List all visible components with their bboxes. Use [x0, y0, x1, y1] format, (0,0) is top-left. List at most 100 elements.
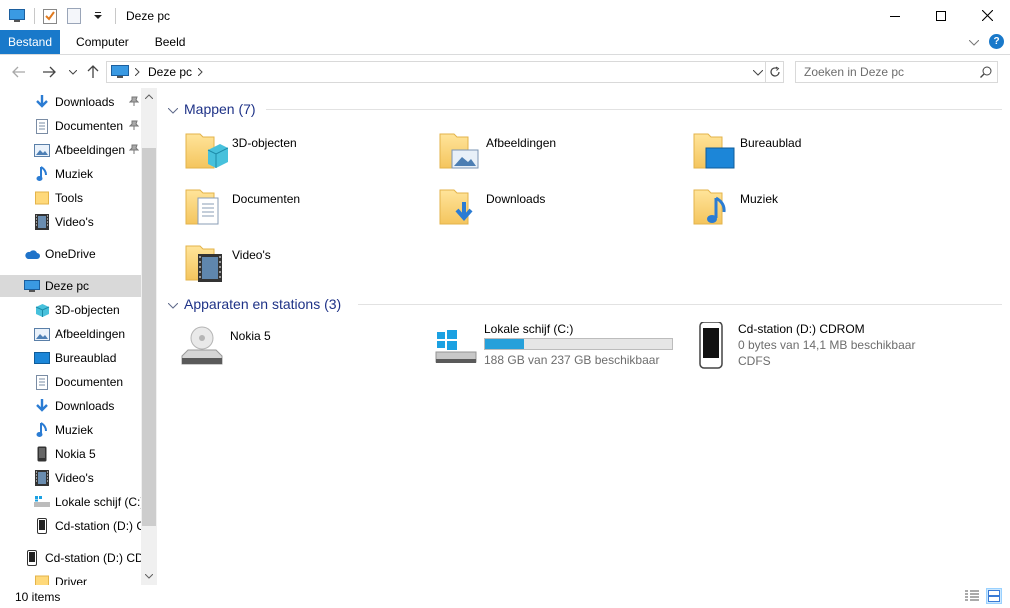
computer-icon [111, 65, 129, 79]
folder-tile-downloads[interactable]: Downloads [438, 184, 688, 234]
forward-button[interactable] [40, 63, 58, 81]
maximize-button[interactable] [918, 0, 964, 31]
search-box[interactable]: Zoeken in Deze pc [795, 61, 998, 83]
scroll-thumb[interactable] [142, 148, 156, 526]
nav-item-videos[interactable]: Video's [0, 467, 141, 489]
video-icon [34, 470, 50, 486]
nav-item-muziek[interactable]: Muziek [0, 163, 141, 185]
nav-item-documenten[interactable]: Documenten [0, 371, 141, 393]
group-header-devices[interactable]: Apparaten en stations (3) [167, 294, 342, 314]
pin-icon[interactable] [128, 143, 140, 157]
tab-bestand[interactable]: Bestand [0, 30, 61, 54]
nav-item-videos[interactable]: Video's [0, 211, 141, 233]
expand-ribbon-icon[interactable] [968, 35, 980, 49]
nav-item-3d-objecten[interactable]: 3D-objecten [0, 299, 141, 321]
pictures-icon [34, 142, 50, 158]
documents-folder-icon [185, 189, 219, 225]
computer-icon[interactable] [8, 7, 26, 25]
folder-tile-muziek[interactable]: Muziek [692, 184, 942, 234]
nav-item-label: Afbeeldingen [55, 143, 126, 157]
nav-item-deze-pc[interactable]: Deze pc [0, 275, 141, 297]
nav-item-cd-station-root[interactable]: Cd-station (D:) CD [0, 547, 141, 569]
back-button[interactable] [10, 63, 28, 81]
search-input[interactable]: Zoeken in Deze pc [796, 65, 975, 79]
group-title: Apparaten en stations (3) [184, 296, 342, 312]
nav-item-lokale-schijf[interactable]: Lokale schijf (C:) [0, 491, 141, 513]
nav-item-documenten[interactable]: Documenten [0, 115, 141, 137]
nav-item-driver[interactable]: Driver [0, 571, 141, 585]
folder-tile-documenten[interactable]: Documenten [184, 184, 434, 234]
device-tile-nokia-5[interactable]: Nokia 5 [180, 324, 430, 378]
nav-item-downloads[interactable]: Downloads [0, 395, 141, 417]
folder-label: Documenten [232, 192, 301, 206]
group-divider [358, 304, 1002, 305]
phone-drive-icon [699, 322, 723, 369]
folder-tile-afbeeldingen[interactable]: Afbeeldingen [438, 128, 688, 178]
nav-item-downloads[interactable]: Downloads [0, 91, 141, 113]
folder-label: Afbeeldingen [486, 136, 557, 150]
search-icon[interactable] [975, 66, 997, 78]
device-free-space: 188 GB van 237 GB beschikbaar [484, 353, 660, 367]
properties-icon[interactable] [41, 7, 59, 25]
group-header-folders[interactable]: Mappen (7) [167, 99, 256, 119]
tab-beeld[interactable]: Beeld [145, 30, 196, 54]
chevron-down-icon[interactable] [167, 296, 179, 312]
window-controls [872, 0, 1010, 31]
device-name: Lokale schijf (C:) [484, 322, 574, 336]
device-tile-cd-station[interactable]: Cd-station (D:) CDROM 0 bytes van 14,1 M… [688, 322, 938, 376]
nav-item-onedrive[interactable]: OneDrive [0, 243, 141, 265]
details-view-icon [965, 590, 979, 601]
recent-locations-button[interactable] [64, 63, 82, 81]
device-name: Nokia 5 [230, 329, 271, 343]
desktop-folder-icon [693, 133, 735, 169]
nav-item-tools[interactable]: Tools [0, 187, 141, 209]
address-bar[interactable]: Deze pc [106, 61, 784, 83]
pin-icon[interactable] [128, 119, 140, 133]
tiles-view-icon [988, 590, 1000, 602]
forward-arrow-icon [43, 66, 56, 78]
details-view-button[interactable] [964, 588, 980, 604]
folder-tile-videos[interactable]: Video's [184, 240, 434, 290]
folder-label: Downloads [486, 192, 546, 206]
scroll-up-button[interactable] [141, 88, 157, 105]
nav-item-afbeeldingen[interactable]: Afbeeldingen [0, 323, 141, 345]
phone-icon [34, 518, 50, 534]
refresh-icon [769, 66, 780, 77]
breadcrumb-separator-icon[interactable] [197, 65, 203, 79]
device-tile-lokale-schijf[interactable]: Lokale schijf (C:) 188 GB van 237 GB bes… [434, 322, 684, 376]
chevron-down-icon [145, 574, 153, 579]
nav-item-bureaublad[interactable]: Bureaublad [0, 347, 141, 369]
folder-tile-bureaublad[interactable]: Bureaublad [692, 128, 942, 178]
pin-icon[interactable] [128, 95, 140, 109]
quick-access-toolbar: Deze pc [0, 0, 170, 31]
folder-label: 3D-objecten [232, 136, 297, 150]
scroll-down-button[interactable] [141, 568, 157, 585]
help-button[interactable]: ? [989, 34, 1004, 49]
breadcrumb-deze-pc[interactable]: Deze pc [148, 65, 192, 79]
nav-item-cd-station[interactable]: Cd-station (D:) C [0, 515, 141, 537]
navigation-pane: Downloads Documenten Afbeeldingen Muziek… [0, 88, 157, 585]
back-arrow-icon [12, 66, 25, 78]
minimize-button[interactable] [872, 0, 918, 31]
close-button[interactable] [964, 0, 1010, 31]
disk-usage-bar [484, 338, 673, 350]
address-history-dropdown[interactable] [752, 65, 764, 79]
new-folder-icon[interactable] [65, 7, 83, 25]
folder-tile-3d-objecten[interactable]: 3D-objecten [184, 128, 434, 178]
nav-item-label: Muziek [55, 167, 94, 181]
nav-item-nokia-5[interactable]: Nokia 5 [0, 443, 141, 465]
customize-toolbar-icon[interactable] [89, 7, 107, 25]
up-button[interactable] [84, 63, 102, 81]
address-row: Deze pc Zoeken in Deze pc [0, 58, 1010, 88]
refresh-button[interactable] [765, 62, 783, 82]
nav-item-label: Video's [55, 471, 94, 485]
nav-item-muziek[interactable]: Muziek [0, 419, 141, 441]
breadcrumb-separator-icon[interactable] [134, 65, 140, 79]
nav-item-afbeeldingen[interactable]: Afbeeldingen [0, 139, 141, 161]
chevron-down-icon[interactable] [167, 101, 179, 117]
nav-scrollbar[interactable] [141, 88, 157, 585]
nav-item-label: Cd-station (D:) C [55, 519, 141, 533]
tiles-view-button[interactable] [986, 588, 1002, 604]
tab-computer[interactable]: Computer [66, 30, 139, 54]
pictures-folder-icon [439, 133, 479, 169]
